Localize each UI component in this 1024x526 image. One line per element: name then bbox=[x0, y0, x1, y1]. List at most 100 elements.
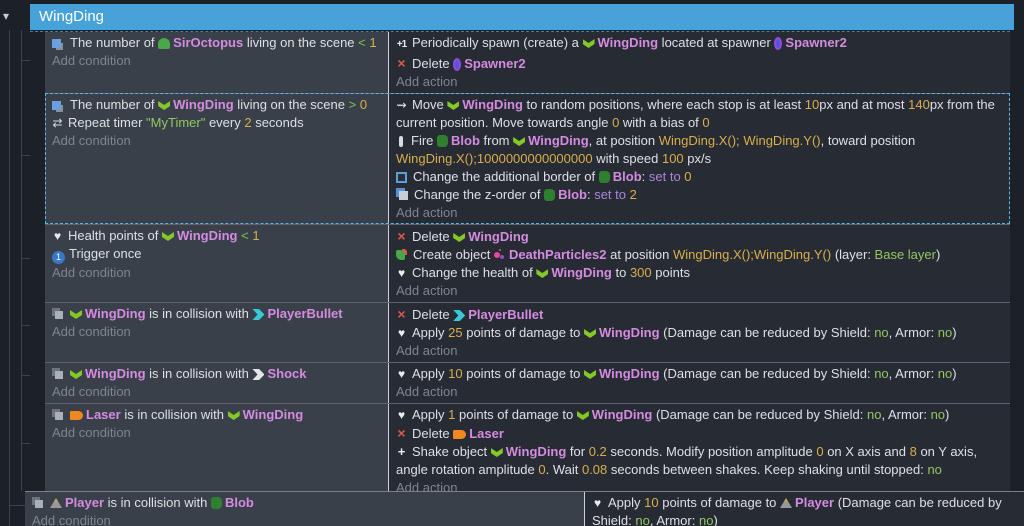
action[interactable]: Fire Blob from WingDing, at position Win… bbox=[396, 132, 1004, 168]
add-condition-button[interactable]: Add condition bbox=[52, 132, 382, 150]
add-condition-button[interactable]: Add condition bbox=[52, 323, 382, 341]
condition[interactable]: WingDing is in collision with PlayerBull… bbox=[52, 305, 382, 323]
event-text: on X axis and bbox=[823, 444, 910, 459]
object-name: Spawner2 bbox=[785, 35, 847, 50]
event-text: no bbox=[698, 513, 714, 526]
event-text: for bbox=[566, 444, 589, 459]
event-row[interactable]: Laser is in collision with WingDing Add c… bbox=[45, 403, 1010, 499]
add-action-button[interactable]: Add action bbox=[396, 282, 1004, 300]
condition[interactable]: The number of SirOctopus living on the s… bbox=[52, 34, 382, 52]
add-condition-button[interactable]: Add condition bbox=[52, 264, 382, 282]
action[interactable]: +1 Periodically spawn (create) a WingDing… bbox=[396, 34, 1004, 54]
value-text: 0 bbox=[816, 444, 824, 459]
wingding-icon bbox=[536, 269, 549, 278]
value-text: 2 bbox=[244, 115, 252, 130]
action[interactable]: ♥ Apply 10 points of damage to Player (Da… bbox=[592, 494, 1018, 526]
action[interactable]: × Delete Spawner2 bbox=[396, 54, 1004, 73]
value-text: 25 bbox=[448, 325, 463, 340]
object-name: SirOctopus bbox=[173, 35, 244, 50]
event-text: Shake object bbox=[412, 444, 491, 459]
event-row[interactable]: WingDing is in collision with PlayerBull… bbox=[45, 302, 1010, 362]
event-text: ) bbox=[952, 325, 957, 340]
collision-icon bbox=[55, 311, 63, 319]
event-row[interactable]: WingDing is in collision with Shock Add c… bbox=[45, 362, 1010, 403]
event-text: points of damage to bbox=[462, 366, 585, 381]
action[interactable]: Change the z-order of Blob: set to 2 bbox=[396, 186, 1004, 204]
group-collapse-caret[interactable]: ▾ bbox=[3, 7, 9, 25]
particles-icon bbox=[493, 252, 500, 258]
action[interactable]: Change the additional border of Blob: se… bbox=[396, 168, 1004, 186]
event-text: (Damage can be reduced by Shield: bbox=[659, 325, 875, 340]
event-text: ) bbox=[945, 407, 950, 422]
add-action-button[interactable]: Add action bbox=[396, 204, 1004, 222]
event-text: , at position bbox=[588, 133, 659, 148]
conditions-column: ♥ Health points of WingDing < 1 1 Trigger o… bbox=[45, 225, 389, 302]
action[interactable]: × Delete Laser bbox=[396, 424, 1004, 443]
object-name: WingDing bbox=[591, 407, 653, 422]
event-text: points bbox=[651, 265, 690, 280]
laser-icon bbox=[453, 430, 467, 439]
action[interactable]: ♥ Apply 10 points of damage to WingDing (… bbox=[396, 365, 1004, 383]
condition[interactable]: ♥ Health points of WingDing < 1 bbox=[52, 227, 382, 245]
condition[interactable]: WingDing is in collision with Shock bbox=[52, 365, 382, 383]
event-text: The number of bbox=[70, 35, 159, 50]
object-name: WingDing bbox=[528, 133, 589, 148]
event-text: every bbox=[205, 115, 245, 130]
collision-icon bbox=[55, 412, 63, 420]
event-row[interactable]: ♥ Health points of WingDing < 1 1 Trigger o… bbox=[45, 224, 1010, 302]
group-event-list: The number of SirOctopus living on the s… bbox=[45, 32, 1010, 499]
event-text: Base layer bbox=[874, 247, 936, 262]
action[interactable]: × Delete WingDing bbox=[396, 227, 1004, 246]
object-name: WingDing bbox=[85, 366, 146, 381]
condition[interactable]: The number of WingDing living on the sce… bbox=[52, 96, 382, 114]
action[interactable]: ♥ Change the health of WingDing to 300 po… bbox=[396, 264, 1004, 282]
blob-icon bbox=[544, 189, 556, 201]
action[interactable]: ⇝ Move WingDing to random positions, wher… bbox=[396, 96, 1004, 132]
event-text: "MyTimer" bbox=[146, 115, 206, 130]
delete-icon: × bbox=[397, 425, 406, 441]
add-action-button[interactable]: Add action bbox=[396, 73, 1004, 91]
event-text: at position bbox=[606, 247, 673, 262]
group-header[interactable]: WingDing bbox=[30, 4, 1014, 30]
heart-icon: ♥ bbox=[593, 496, 602, 510]
value-text: WingDing.X();1000000000000000 bbox=[396, 151, 593, 166]
add-condition-button[interactable]: Add condition bbox=[52, 52, 382, 70]
add-condition-button[interactable]: Add condition bbox=[32, 512, 578, 526]
action[interactable]: ♥ Apply 25 points of damage to WingDing (… bbox=[396, 324, 1004, 342]
add-condition-button[interactable]: Add condition bbox=[52, 383, 382, 401]
heart-icon: ♥ bbox=[397, 408, 406, 422]
add-action-button[interactable]: Add action bbox=[396, 342, 1004, 360]
event-row[interactable]: The number of WingDing living on the sce… bbox=[45, 93, 1010, 224]
value-text: WingDing.X(); bbox=[658, 133, 740, 148]
event-text: . Wait bbox=[545, 462, 582, 477]
condition[interactable]: Laser is in collision with WingDing bbox=[52, 406, 382, 424]
object-name: Spawner2 bbox=[464, 56, 526, 71]
event-text: Health points of bbox=[68, 228, 162, 243]
event-text: to random positions, where each stop is … bbox=[522, 97, 805, 112]
event-row[interactable]: The number of SirOctopus living on the s… bbox=[45, 32, 1010, 93]
add-condition-button[interactable]: Add condition bbox=[52, 424, 382, 442]
shake-icon: + bbox=[397, 444, 406, 459]
add-action-button[interactable]: Add action bbox=[396, 383, 1004, 401]
event-text: < bbox=[241, 228, 249, 243]
wingding-icon bbox=[70, 370, 82, 379]
event-row[interactable]: Player is in collision with Blob Add cond… bbox=[25, 491, 1024, 526]
border-icon bbox=[396, 172, 407, 183]
tree-tick bbox=[21, 375, 30, 376]
action[interactable]: Create object DeathParticles2 at positio… bbox=[396, 246, 1004, 264]
event-text: ) bbox=[952, 366, 957, 381]
object-name: Blob bbox=[224, 495, 254, 510]
action[interactable]: × Delete PlayerBullet bbox=[396, 305, 1004, 324]
condition[interactable]: Player is in collision with Blob bbox=[32, 494, 578, 512]
event-text: , Armor: bbox=[881, 407, 931, 422]
value-text: 10 bbox=[448, 366, 463, 381]
condition[interactable]: ⇄ Repeat timer "MyTimer" every 2 seconds bbox=[52, 114, 382, 132]
action[interactable]: ♥ Apply 1 points of damage to WingDing (D… bbox=[396, 406, 1004, 424]
condition[interactable]: 1 Trigger once bbox=[52, 245, 382, 264]
value-text: 0 bbox=[359, 97, 368, 112]
event-text: Change the additional border of bbox=[413, 169, 599, 184]
value-text: 1 bbox=[252, 228, 260, 243]
value-text: 300 bbox=[629, 265, 652, 280]
event-text: points of damage to bbox=[455, 407, 577, 422]
action[interactable]: + Shake object WingDing for 0.2 seconds. … bbox=[396, 443, 1004, 479]
